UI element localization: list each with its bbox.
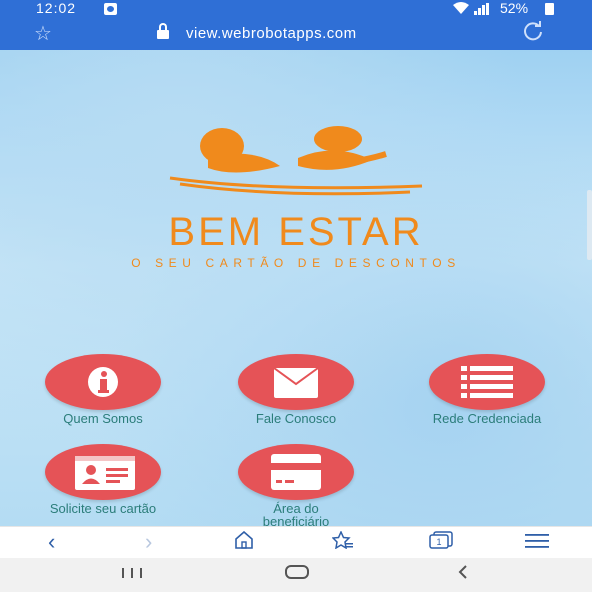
brand-logo-icon bbox=[169, 126, 423, 196]
menu-item-label: Solicite seu cartão bbox=[49, 501, 157, 516]
menu-item-rede-credenciada[interactable]: Rede Credenciada bbox=[402, 354, 572, 464]
signal-icon bbox=[474, 3, 490, 15]
menu-icon[interactable] bbox=[525, 531, 549, 553]
menu-item-label: Fale Conosco bbox=[255, 411, 337, 426]
lock-icon bbox=[157, 23, 169, 39]
status-bar: 12:02 52% bbox=[0, 0, 592, 18]
star-icon[interactable]: ☆ bbox=[34, 21, 52, 46]
url-bar: ☆ view.webrobotapps.com bbox=[0, 18, 592, 50]
page-content: BEM ESTAR O SEU CARTÃO DE DESCONTOS Quem… bbox=[0, 50, 592, 529]
back-nav-icon[interactable] bbox=[455, 564, 471, 585]
notification-icon bbox=[104, 3, 117, 15]
status-time: 12:02 bbox=[36, 0, 77, 16]
credit-card-icon bbox=[271, 454, 321, 490]
brand-name: BEM ESTAR bbox=[168, 210, 424, 254]
menu-item-label: Quem Somos bbox=[63, 411, 143, 426]
id-card-icon bbox=[75, 456, 135, 490]
brand-tagline: O SEU CARTÃO DE DESCONTOS bbox=[131, 256, 461, 270]
url-text[interactable]: view.webrobotapps.com bbox=[186, 25, 357, 42]
tabs-icon[interactable]: 1 bbox=[428, 531, 454, 553]
tab-count: 1 bbox=[436, 537, 441, 547]
envelope-icon bbox=[273, 367, 319, 398]
bookmarks-icon[interactable] bbox=[331, 530, 354, 553]
battery-icon bbox=[545, 3, 554, 15]
home-icon[interactable] bbox=[234, 530, 254, 553]
reload-icon[interactable] bbox=[522, 20, 544, 48]
wifi-icon bbox=[452, 1, 470, 18]
recents-icon[interactable] bbox=[120, 564, 144, 585]
info-icon bbox=[88, 367, 118, 397]
menu-item-label: Área do beneficiário bbox=[262, 501, 330, 529]
home-nav-icon[interactable] bbox=[284, 564, 310, 585]
list-icon bbox=[461, 366, 513, 398]
browser-toolbar: ‹ › 1 bbox=[0, 526, 592, 558]
menu-item-label: Rede Credenciada bbox=[432, 411, 542, 426]
system-nav-bar bbox=[0, 558, 592, 592]
battery-percent: 52% bbox=[500, 0, 529, 16]
forward-icon[interactable]: › bbox=[145, 531, 152, 553]
back-icon[interactable]: ‹ bbox=[48, 531, 55, 553]
